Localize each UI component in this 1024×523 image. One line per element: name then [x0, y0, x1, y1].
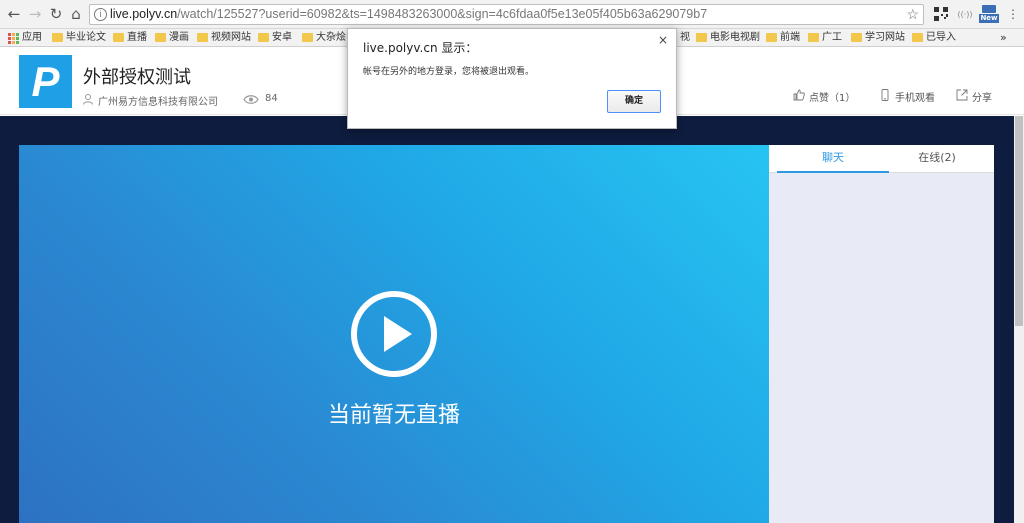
- folder-icon: [696, 33, 707, 42]
- tab-online[interactable]: 在线(2): [881, 145, 993, 173]
- like-button[interactable]: 点赞（1）: [793, 89, 855, 104]
- bookmark-item[interactable]: 直播: [113, 31, 147, 45]
- chat-panel: 聊天 在线(2): [769, 145, 994, 523]
- folder-icon: [766, 33, 777, 42]
- folder-icon: [851, 33, 862, 42]
- bookmark-item[interactable]: 视: [680, 31, 690, 45]
- cast-icon[interactable]: ((·)): [957, 6, 973, 22]
- stage-background: 当前暂无直播 聊天 在线(2): [0, 116, 1014, 523]
- bookmark-item[interactable]: 毕业论文: [52, 31, 106, 45]
- browser-toolbar: ← → ↻ ⌂ i live.polyv.cn/watch/125527?use…: [0, 0, 1024, 29]
- menu-icon[interactable]: ⋮: [1004, 5, 1022, 23]
- folder-icon: [113, 33, 124, 42]
- forward-icon[interactable]: →: [26, 5, 44, 23]
- folder-icon: [912, 33, 923, 42]
- person-icon: [83, 94, 93, 105]
- share-button[interactable]: 分享: [956, 89, 992, 104]
- address-bar[interactable]: i live.polyv.cn/watch/125527?userid=6098…: [89, 4, 924, 25]
- mobile-phone-icon: [881, 89, 889, 101]
- extension-badge: New: [979, 14, 999, 23]
- chat-tabs: 聊天 在线(2): [769, 145, 994, 173]
- bookmark-item[interactable]: 前端: [766, 31, 800, 45]
- folder-icon: [197, 33, 208, 42]
- ok-button[interactable]: 确定: [607, 90, 661, 113]
- company-name: 广州易方信息科技有限公司: [83, 93, 218, 108]
- bookmark-item[interactable]: 电影电视剧: [696, 31, 760, 45]
- info-icon[interactable]: i: [94, 8, 107, 21]
- folder-icon: [302, 33, 313, 42]
- bookmark-item[interactable]: 已导入: [912, 31, 956, 45]
- video-player[interactable]: 当前暂无直播: [19, 145, 769, 523]
- apps-grid-icon: [8, 33, 19, 44]
- qr-code-icon[interactable]: [933, 6, 949, 22]
- play-icon[interactable]: [350, 290, 438, 378]
- folder-icon: [258, 33, 269, 42]
- no-live-status: 当前暂无直播: [327, 403, 460, 428]
- bookmark-item[interactable]: 大杂烩: [302, 31, 346, 45]
- eye-icon: [243, 95, 259, 104]
- close-icon[interactable]: ×: [658, 33, 668, 47]
- folder-icon: [155, 33, 166, 42]
- dialog-title: live.polyv.cn 显示：: [363, 41, 478, 55]
- url-path: /watch/125527?userid=60982&ts=1498483263…: [177, 7, 708, 21]
- svg-text:((·)): ((·)): [957, 10, 972, 19]
- folder-icon: [52, 33, 63, 42]
- dialog-message: 帐号在另外的地方登录，您将被退出观看。: [363, 67, 535, 77]
- extension-new-icon[interactable]: New: [979, 5, 999, 23]
- bookmark-star-icon[interactable]: ☆: [906, 5, 919, 24]
- reload-icon[interactable]: ↻: [47, 5, 65, 23]
- mobile-watch-button[interactable]: 手机观看: [879, 89, 935, 104]
- bookmarks-overflow-icon[interactable]: »: [1000, 31, 1007, 45]
- page-scrollbar[interactable]: [1014, 116, 1024, 523]
- bookmark-apps[interactable]: 应用: [8, 31, 42, 45]
- share-icon: [956, 89, 968, 101]
- bookmark-item[interactable]: 漫画: [155, 31, 189, 45]
- tab-chat[interactable]: 聊天: [777, 145, 889, 173]
- bookmark-item[interactable]: 视频网站: [197, 31, 251, 45]
- page-title: 外部授权测试: [83, 67, 191, 88]
- folder-icon: [808, 33, 819, 42]
- bookmark-item[interactable]: 广工: [808, 31, 842, 45]
- scrollbar-thumb[interactable]: [1015, 116, 1023, 326]
- url-host: live.polyv.cn: [110, 7, 178, 21]
- home-icon[interactable]: ⌂: [67, 5, 85, 23]
- view-count: 84: [243, 93, 278, 104]
- bookmark-item[interactable]: 安卓: [258, 31, 292, 45]
- alert-dialog: live.polyv.cn 显示： × 帐号在另外的地方登录，您将被退出观看。 …: [347, 28, 677, 129]
- bookmark-item[interactable]: 学习网站: [851, 31, 905, 45]
- back-icon[interactable]: ←: [5, 5, 23, 23]
- polyv-logo: P: [19, 55, 72, 108]
- thumbs-up-icon: [793, 89, 805, 101]
